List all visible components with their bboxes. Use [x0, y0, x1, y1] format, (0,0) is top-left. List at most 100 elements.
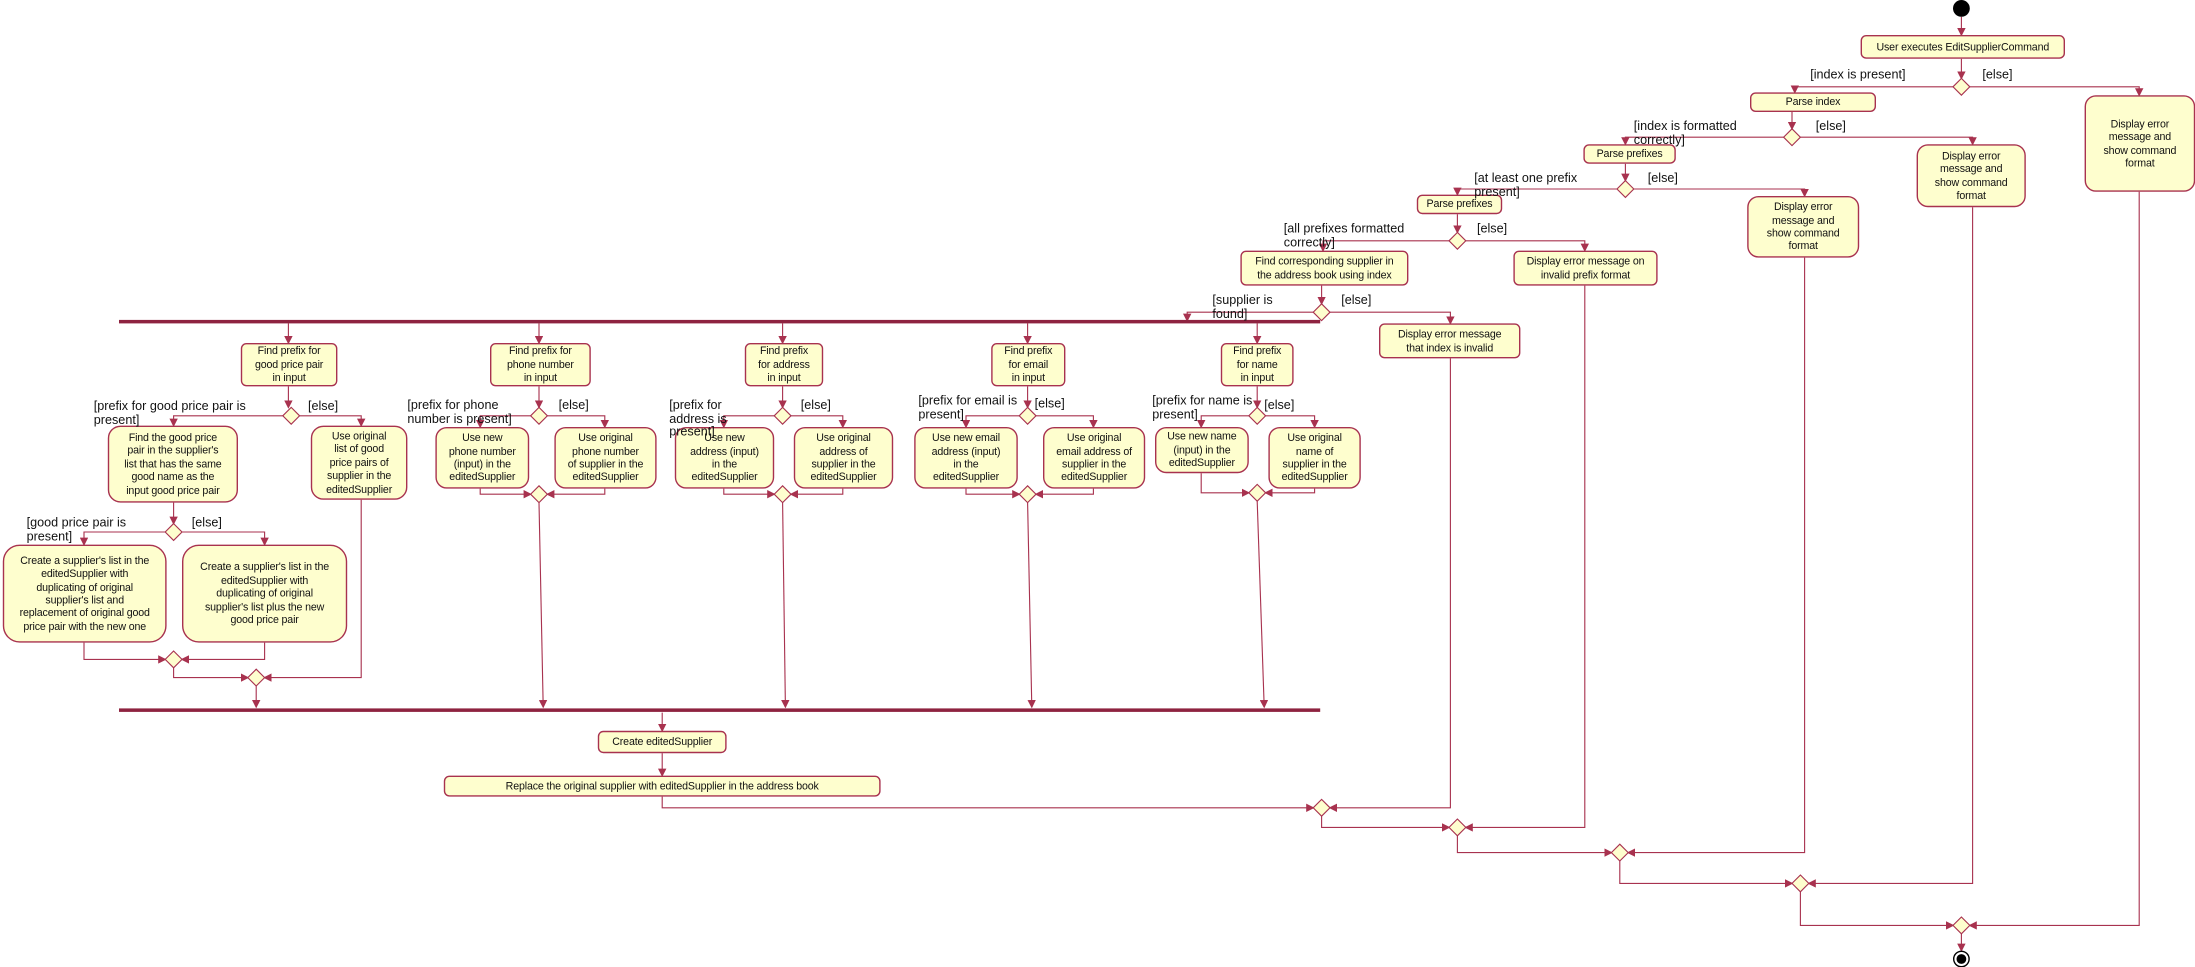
control-flow-arrow — [1968, 191, 2140, 930]
guard-prefix-present: [at least one prefix present] — [1474, 170, 1578, 199]
control-flow-arrow — [1200, 473, 1251, 497]
action-text-line: message and — [2108, 130, 2172, 143]
guard-phone-present: [prefix for phone number is present] — [407, 397, 512, 426]
action-text-line: that index is invalid — [1406, 340, 1494, 354]
decision-node — [1791, 874, 1810, 893]
guard-gpp-prefix-present: [prefix for good price pair is present] — [94, 400, 246, 427]
action-err-index-invalid: Display error message that index is inval… — [1379, 323, 1521, 359]
action-text-line: Find the good price — [128, 431, 218, 444]
action-text-line: in the — [711, 457, 738, 471]
action-find-prefix-address: Find prefix for address in input — [744, 343, 824, 387]
action-text-line: address (input) — [690, 444, 759, 458]
control-flow-arrow — [781, 502, 790, 709]
action-text-line: phone number — [506, 358, 574, 371]
action-text-line: in input — [1011, 371, 1045, 384]
decision-node — [773, 406, 792, 425]
action-create-edited-supplier: Create editedSupplier — [597, 730, 727, 754]
guard-index-present: [index is present] — [1810, 68, 1905, 82]
guard-address-present: [prefix for address is present] — [669, 398, 726, 439]
action-find-gpp-in-list: Find the good price pair in the supplier'… — [107, 425, 239, 503]
action-text-line: format — [1956, 188, 1986, 202]
guard-else-1: [else] — [1982, 68, 2012, 82]
control-flow-arrow — [479, 488, 532, 499]
guard-text-line: [else] — [1341, 292, 1372, 307]
guard-text-line: number is present] — [407, 410, 512, 425]
guard-text-line: [prefix for name is — [1152, 393, 1253, 408]
action-text-line: in input — [1240, 371, 1274, 384]
action-err-format-1: Display error message and show command form… — [2084, 95, 2195, 192]
action-text-line: Display error message on — [1526, 254, 1645, 268]
action-use-original-address: Use original address of supplier in the edi… — [793, 427, 894, 489]
action-text-line: Find prefix for — [257, 344, 321, 358]
action-text-line: show command — [1934, 175, 2008, 189]
control-flow-arrow — [789, 488, 844, 499]
guard-prefixes-formatted: [all prefixes formatted correctly] — [1284, 222, 1404, 250]
action-text-line: Use original — [1287, 431, 1342, 445]
guard-email-present: [prefix for email is present] — [918, 394, 1017, 422]
action-text-line: for email — [1008, 358, 1049, 371]
guard-text-line: [good price pair is — [26, 515, 127, 530]
guard-text-line: present] — [1474, 184, 1520, 199]
action-text-line: editedSupplier — [449, 470, 516, 484]
guard-text-line: [prefix for phone — [407, 397, 499, 412]
action-text-line: editedSupplier — [1281, 470, 1348, 484]
decision-node — [282, 406, 301, 425]
action-text-line: duplicating of original — [216, 587, 313, 600]
action-use-original-phone: Use original phone number of supplier in t… — [554, 427, 657, 489]
guard-else-2: [else] — [1816, 120, 1846, 133]
decision-node — [1610, 843, 1629, 862]
action-text-line: editedSupplier — [691, 470, 758, 484]
fork-bar — [119, 319, 1321, 324]
action-text-line: Use original — [1066, 431, 1122, 445]
action-text-line: supplier in the — [1062, 457, 1127, 471]
decision-node — [529, 485, 549, 504]
guard-gpp-present: [good price pair is present] — [26, 515, 127, 544]
guard-text-line: present] — [26, 528, 73, 543]
decision-node — [1312, 303, 1331, 322]
decision-node — [1448, 231, 1467, 250]
action-find-prefix-name: Find prefix for name in input — [1220, 343, 1294, 387]
action-text-line: editedSupplier — [932, 470, 1000, 484]
guard-text-line: [else] — [1647, 170, 1678, 185]
control-flow-arrow — [1969, 86, 2144, 97]
action-text-line: address of — [819, 444, 868, 458]
action-text-line: good price pair — [230, 613, 299, 626]
guard-text-line: present] — [669, 424, 715, 439]
guard-text-line: [else] — [308, 399, 339, 413]
control-flow-arrow — [1633, 188, 1809, 198]
action-text-line: Parse prefixes — [1596, 147, 1663, 161]
activity-diagram: User executes EditSupplierCommand Parse i… — [0, 0, 2195, 967]
action-text-line: show command — [2103, 143, 2177, 157]
action-parse-index: Parse index — [1750, 92, 1876, 112]
action-text-line: (input) in the — [453, 457, 511, 471]
action-use-new-email: Use new email address (input) in the edited… — [914, 427, 1018, 489]
decision-node — [1312, 798, 1331, 817]
action-create-list-plus: Create a supplier's list in the editedSup… — [182, 544, 348, 643]
join-bar — [119, 708, 1321, 712]
control-flow-arrow — [173, 667, 250, 682]
action-text-line: email address of — [1056, 444, 1132, 458]
action-text-line: editedSupplier — [810, 470, 877, 484]
guard-else-gpp-2: [else] — [192, 516, 222, 530]
control-flow-arrow — [83, 642, 167, 664]
control-flow-arrow — [1264, 488, 1316, 497]
action-use-original-gpp: Use original list of good price pairs of su… — [310, 425, 408, 500]
action-text-line: Create a supplier's list in the — [200, 560, 330, 574]
guard-text-line: [at least one prefix — [1474, 170, 1578, 185]
guard-text-line: [else] — [1815, 119, 1846, 133]
action-text-line: phone number — [448, 444, 516, 458]
guard-text-line: found] — [1212, 305, 1248, 320]
action-use-new-phone: Use new phone number (input) in the editedS… — [435, 427, 530, 489]
control-flow-arrow — [545, 488, 606, 499]
decision-node — [1782, 128, 1802, 147]
action-text-line: in input — [767, 371, 801, 384]
guard-else-5: [else] — [1341, 292, 1372, 307]
control-flow-arrow — [180, 642, 266, 664]
action-err-format-3: Display error message and show command form… — [1747, 196, 1860, 258]
guard-text-line: [supplier is — [1212, 292, 1273, 307]
control-flow-arrow — [1027, 502, 1036, 709]
action-text-line: supplier's list plus the new — [204, 600, 325, 613]
action-text-line: message and — [1772, 213, 1835, 227]
action-text-line: in input — [272, 371, 306, 384]
action-text-line: name of — [1295, 444, 1334, 458]
